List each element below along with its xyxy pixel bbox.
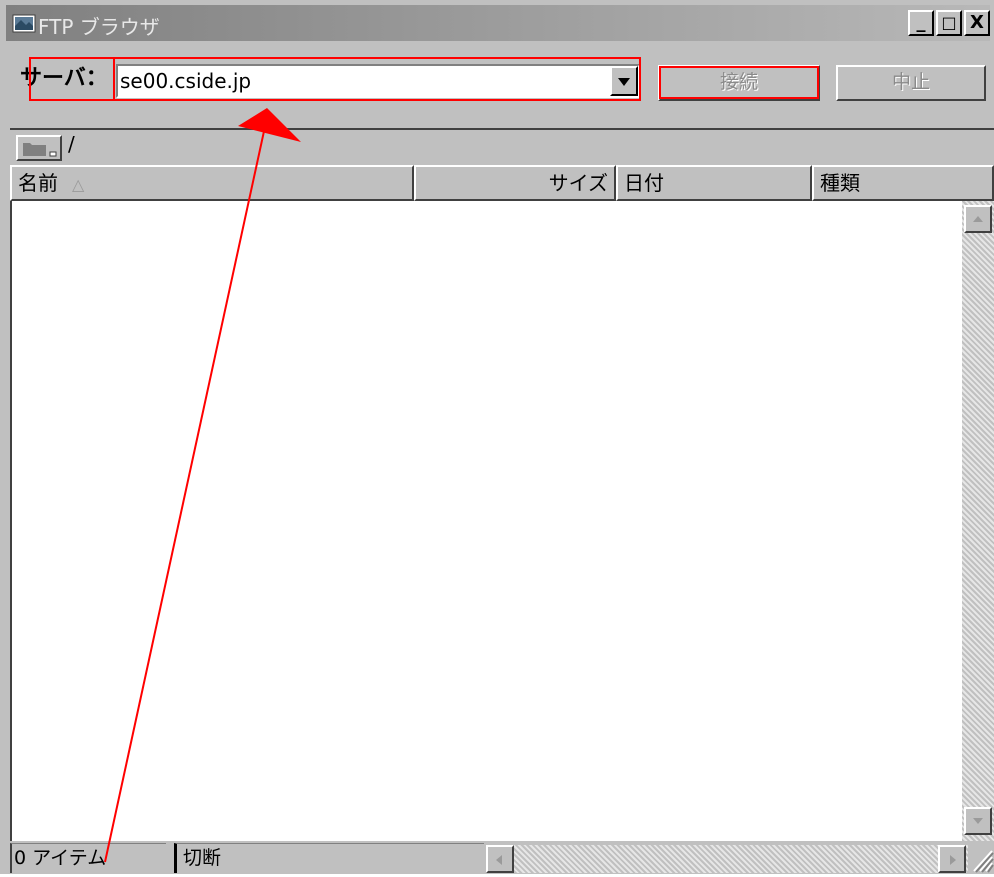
sort-ascending-icon: △ [72,175,85,194]
column-header-label: 日付 [624,171,664,195]
horizontal-scrollbar[interactable] [486,845,968,873]
vertical-scrollbar[interactable] [962,201,994,841]
server-label: サーバ： [20,66,108,91]
arrow-right-icon [950,855,956,865]
chevron-down-icon [618,78,630,86]
maximize-button[interactable]: □ [936,10,962,36]
server-input[interactable] [118,66,606,96]
window-title: FTP ブラウザ [38,15,160,39]
close-button[interactable]: X [964,10,990,36]
column-header-label: サイズ [548,171,608,195]
minimize-button[interactable]: _ [908,10,934,36]
file-list[interactable] [10,201,994,841]
server-dropdown-button[interactable] [610,66,638,96]
column-header-date[interactable]: 日付 [616,165,812,201]
server-combobox[interactable] [116,64,640,98]
arrow-left-icon [496,855,502,865]
item-count: 0 アイテム [10,843,166,873]
status-bar: 0 アイテム 切断 [10,841,994,874]
folder-up-button[interactable] [16,135,62,161]
ftp-browser-window: FTP ブラウザ _ □ X サーバ： 接続 中止 / 名前 △ サイズ [0,0,994,874]
resize-grip[interactable] [968,843,994,873]
arrow-up-icon [973,216,983,222]
file-list-header: 名前 △ サイズ 日付 種類 [10,165,994,201]
column-header-name[interactable]: 名前 △ [10,165,414,201]
column-header-label: 種類 [820,171,860,195]
path-bar: / [10,128,994,164]
scroll-up-button[interactable] [964,205,992,233]
scroll-right-button[interactable] [938,845,966,873]
folder-icon [23,143,57,157]
connect-button[interactable]: 接続 [658,65,820,101]
title-bar[interactable]: FTP ブラウザ _ □ X [6,5,990,41]
resize-grip-icon [973,850,994,873]
current-path: / [68,132,75,156]
stop-button[interactable]: 中止 [836,65,986,101]
ftp-app-icon [12,14,36,33]
scroll-down-button[interactable] [964,807,992,835]
connection-status: 切断 [174,843,484,873]
arrow-down-icon [973,818,983,824]
column-header-type[interactable]: 種類 [812,165,994,201]
scroll-left-button[interactable] [486,845,514,873]
column-header-size[interactable]: サイズ [414,165,616,201]
column-header-label: 名前 [18,171,58,195]
